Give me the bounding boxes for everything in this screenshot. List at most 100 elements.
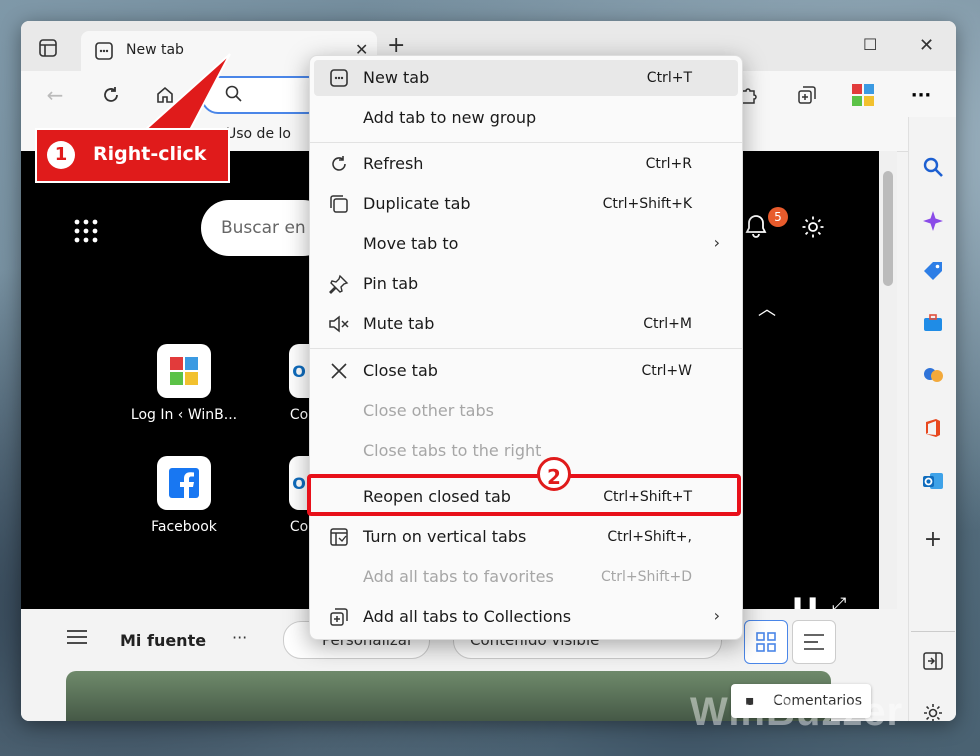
outlook-icon: O: [292, 361, 306, 381]
back-icon[interactable]: ←: [43, 83, 67, 107]
step-1-callout: 1 Right-click: [35, 128, 230, 183]
vertical-tabs-icon: [328, 526, 350, 548]
close-icon: [328, 360, 350, 382]
collapse-chevron-icon[interactable]: ︿: [758, 295, 776, 321]
grid-view-button[interactable]: [744, 620, 788, 664]
menu-item-shortcut: Ctrl+Shift+K: [602, 196, 692, 212]
pin-icon: [328, 273, 350, 295]
menu-item-label: Close tab: [363, 361, 438, 380]
gear-icon: [802, 216, 824, 238]
winbuzzer-extension-icon[interactable]: [850, 83, 874, 107]
callout-pointer: [142, 53, 231, 131]
menu-item-label: Close tabs to the right: [363, 441, 542, 460]
quick-link-outlook[interactable]: O: [289, 344, 309, 398]
search-placeholder: Buscar en: [221, 218, 306, 238]
quick-link-label: Log In ‹ WinB...: [130, 407, 238, 423]
menu-item-label: Close other tabs: [363, 401, 494, 420]
tools-briefcase-icon[interactable]: [919, 309, 947, 337]
menu-item-label: Refresh: [363, 154, 424, 173]
menu-item-new-tab[interactable]: New tab Ctrl+T: [314, 60, 738, 96]
menu-separator: [310, 348, 742, 349]
menu-item-close-tabs-to-right: Close tabs to the right: [314, 433, 738, 469]
copilot-sparkle-icon[interactable]: [919, 207, 947, 235]
menu-item-vertical-tabs[interactable]: Turn on vertical tabs Ctrl+Shift+,: [314, 519, 738, 555]
quick-link-outlook-2[interactable]: O: [289, 456, 309, 510]
menu-item-label: Duplicate tab: [363, 194, 471, 213]
quick-link-facebook[interactable]: [157, 456, 211, 510]
feed-title[interactable]: Mi fuente: [120, 631, 206, 650]
edge-sidebar: +: [908, 117, 956, 721]
menu-item-shortcut: Ctrl+M: [643, 316, 692, 332]
sidebar-divider: [911, 631, 955, 632]
menu-item-refresh[interactable]: Refresh Ctrl+R: [314, 146, 738, 182]
mute-icon: [328, 313, 350, 335]
menu-item-label: Add all tabs to favorites: [363, 567, 554, 586]
window-close-icon[interactable]: ✕: [919, 35, 934, 56]
more-menu-icon[interactable]: ···: [909, 83, 933, 107]
list-icon: [804, 634, 824, 650]
new-tab-icon: [328, 67, 350, 89]
menu-item-shortcut: Ctrl+Shift+,: [607, 529, 692, 545]
menu-item-mute-tab[interactable]: Mute tab Ctrl+M: [314, 306, 738, 342]
facebook-icon: [169, 468, 199, 498]
menu-item-label: Add tab to new group: [363, 108, 537, 127]
quick-link-label: Facebook: [151, 519, 217, 535]
menu-item-move-tab-to[interactable]: Move tab to ›: [314, 226, 738, 262]
menu-item-duplicate-tab[interactable]: Duplicate tab Ctrl+Shift+K: [314, 186, 738, 222]
collections-icon[interactable]: [795, 83, 819, 107]
menu-item-label: Turn on vertical tabs: [363, 527, 527, 546]
notification-badge: 5: [768, 207, 788, 227]
shopping-tag-icon[interactable]: [919, 257, 947, 285]
menu-item-label: Pin tab: [363, 274, 419, 293]
add-sidebar-app-icon[interactable]: +: [919, 525, 947, 553]
sidebar-settings-icon[interactable]: [919, 699, 947, 721]
scrollbar[interactable]: [879, 151, 897, 609]
menu-separator: [310, 142, 742, 143]
chevron-right-icon: ›: [713, 606, 720, 625]
refresh-icon: [328, 153, 350, 175]
apps-launcher-icon[interactable]: [73, 218, 99, 248]
tab-context-menu: New tab Ctrl+T Add tab to new group Refr…: [309, 55, 743, 640]
reopen-highlight-box: [307, 474, 741, 516]
hide-sidebar-icon[interactable]: [919, 647, 947, 675]
menu-item-add-tabs-to-favorites: Add all tabs to favorites Ctrl+Shift+D: [314, 559, 738, 595]
menu-item-label: Mute tab: [363, 314, 435, 333]
menu-item-shortcut: Ctrl+W: [641, 363, 692, 379]
tab-actions-icon: [39, 39, 57, 57]
menu-item-label: Move tab to: [363, 234, 459, 253]
watermark: WinBuzzer: [690, 690, 904, 734]
outlook-icon: O: [292, 473, 306, 493]
feed-more-icon[interactable]: ···: [232, 628, 247, 647]
maximize-icon[interactable]: ☐: [863, 35, 877, 54]
office-icon[interactable]: [919, 414, 947, 442]
menu-item-shortcut: Ctrl+Shift+D: [601, 569, 692, 585]
menu-item-pin-tab[interactable]: Pin tab: [314, 266, 738, 302]
menu-item-close-tab[interactable]: Close tab Ctrl+W: [314, 353, 738, 389]
page-settings-button[interactable]: [801, 215, 825, 243]
hamburger-menu-icon[interactable]: [67, 629, 87, 649]
games-icon[interactable]: [919, 361, 947, 389]
duplicate-icon: [328, 193, 350, 215]
notifications-button[interactable]: [743, 213, 769, 243]
menu-item-shortcut: Ctrl+R: [645, 156, 692, 172]
tab-actions-button[interactable]: [35, 35, 61, 61]
scroll-thumb[interactable]: [883, 171, 893, 286]
menu-item-label: Add all tabs to Collections: [363, 607, 572, 626]
step-1-text: Right-click: [93, 143, 207, 165]
quick-link-winbuzzer[interactable]: [157, 344, 211, 398]
grid-icon: [756, 632, 776, 652]
step-1-number: 1: [47, 141, 75, 169]
menu-item-add-tab-to-new-group[interactable]: Add tab to new group: [314, 100, 738, 136]
collections-icon: [328, 606, 350, 628]
menu-item-shortcut: Ctrl+T: [646, 70, 692, 86]
menu-item-close-other-tabs: Close other tabs: [314, 393, 738, 429]
outlook-icon[interactable]: [919, 467, 947, 495]
bell-icon: [745, 215, 767, 238]
winbuzzer-logo-icon: [170, 357, 198, 385]
chevron-right-icon: ›: [713, 233, 720, 252]
menu-item-add-tabs-to-collections[interactable]: Add all tabs to Collections ›: [314, 599, 738, 635]
sidebar-search-icon[interactable]: [919, 153, 947, 181]
menu-item-label: New tab: [363, 68, 430, 87]
step-2-badge: 2: [537, 457, 571, 491]
list-view-button[interactable]: [792, 620, 836, 664]
